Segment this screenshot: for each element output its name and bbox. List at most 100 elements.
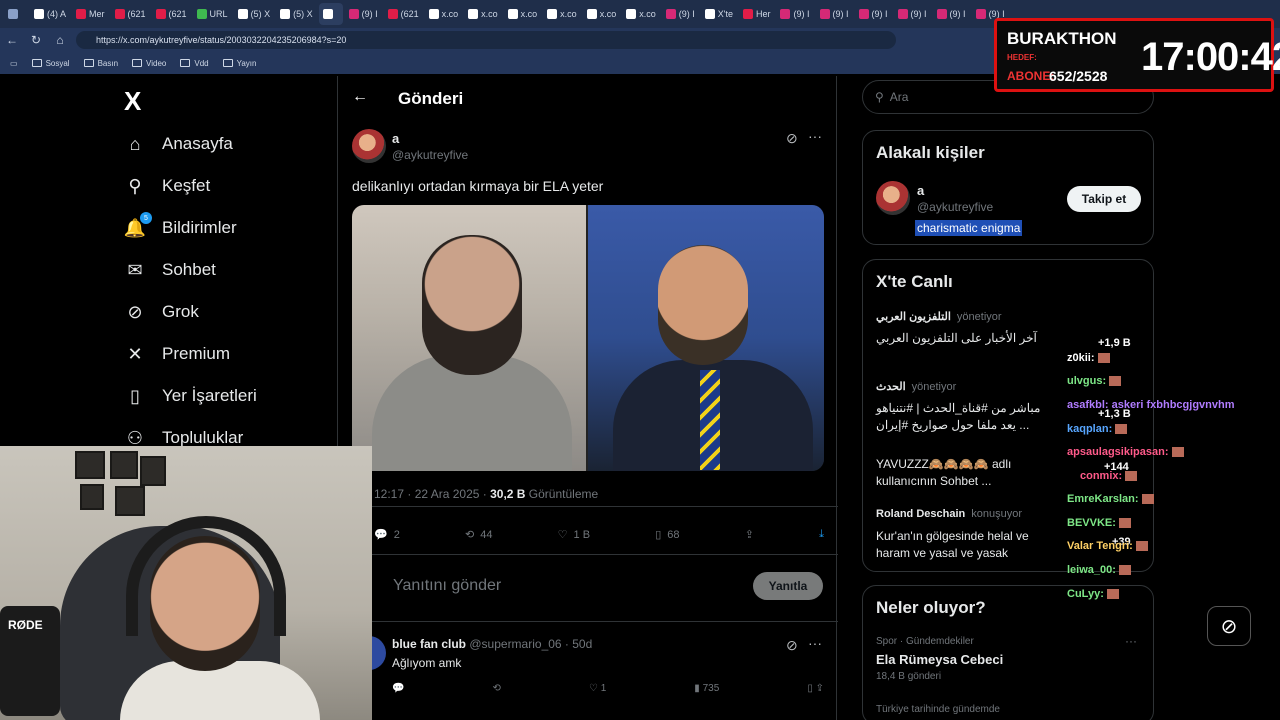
browser-tab[interactable]: (9) I [894, 3, 931, 25]
reply-author[interactable]: blue fan club @supermario_06 · 50d [392, 637, 592, 651]
related-handle[interactable]: @aykutreyfive [917, 200, 993, 214]
browser-tab[interactable]: X'te [701, 3, 737, 25]
share-action[interactable]: ⇪ [745, 528, 754, 541]
reply-views-icon[interactable]: ▮ 735 [694, 683, 719, 694]
live-space-title[interactable]: مباشر من #قناة_الحدث | #نتنياهو يعد ملفا… [876, 400, 1041, 434]
reload-icon[interactable]: ↻ [24, 33, 48, 47]
bookmarks-menu-icon[interactable]: ▭ [10, 59, 18, 68]
tab-label: (621 [168, 9, 187, 19]
browser-tab[interactable] [318, 3, 343, 25]
browser-tab[interactable]: (9) I [662, 3, 699, 25]
reply-action[interactable]: 💬 2 [374, 528, 400, 542]
tab-favicon-icon [34, 9, 44, 19]
browser-tab[interactable]: (9) I [933, 3, 970, 25]
reply-text: Ağlıyom amk [392, 656, 462, 670]
bookmark-folder[interactable]: Vdd [180, 59, 209, 68]
browser-tab[interactable]: x.co [543, 3, 581, 25]
sidebar-item-6[interactable]: ✕ Premium [124, 343, 230, 365]
browser-tab[interactable] [4, 3, 28, 25]
grok-icon[interactable]: ⊘ [786, 130, 798, 147]
browser-tab[interactable]: (621 [152, 3, 191, 25]
bookmark-folder[interactable]: Video [132, 59, 166, 68]
tab-label: URL [209, 9, 228, 19]
browser-tab[interactable]: (4) A [30, 3, 70, 25]
sidebar-item-3[interactable]: 🔔 5 Bildirimler [124, 212, 237, 239]
browser-tab[interactable]: x.co [425, 3, 463, 25]
tab-favicon-icon [114, 9, 125, 19]
related-name[interactable]: a [917, 183, 924, 198]
browser-tab[interactable]: Her [739, 3, 775, 25]
media-photo-left[interactable] [352, 205, 586, 471]
author-avatar[interactable] [352, 129, 386, 163]
chat-emote-icon [1141, 494, 1154, 505]
reply-bookmark-icon[interactable]: ▯ ⇪ [807, 683, 824, 694]
browser-tab[interactable]: x.co [464, 3, 502, 25]
back-icon[interactable]: ← [0, 33, 24, 47]
live-space-title[interactable]: Kur'an'ın gölgesinde helal ve haram ve y… [876, 528, 1041, 562]
post-text: delikanlıyı ortadan kırmaya bir ELA yete… [352, 178, 604, 194]
back-arrow-icon[interactable]: ← [352, 88, 368, 106]
post-media[interactable] [352, 205, 824, 471]
sidebar-item-2[interactable]: ⚲ Keşfet [124, 175, 210, 197]
download-action[interactable]: ⤓ [819, 528, 824, 541]
x-logo[interactable]: X [124, 86, 141, 117]
sidebar-item-1[interactable]: ⌂ Anasayfa [124, 133, 233, 155]
browser-tab[interactable]: (621 [111, 3, 150, 25]
related-avatar[interactable] [876, 181, 910, 215]
reply-button[interactable]: Yanıtla [753, 572, 823, 600]
reply-reply-icon[interactable]: 💬 [392, 683, 404, 694]
repost-action[interactable]: ⟲ 44 [465, 528, 492, 542]
url-input[interactable]: https://x.com/aykutreyfive/status/200303… [76, 31, 896, 49]
mic-brand: RØDE [8, 618, 43, 632]
post-time[interactable]: 12:17 · 22 Ara 2025 · [374, 487, 490, 501]
bookmark-folder[interactable]: Basın [83, 59, 118, 68]
reply-input[interactable]: Yanıtını gönder [393, 577, 501, 595]
browser-tab[interactable]: (9) I [776, 3, 813, 25]
download-icon: ⤓ [819, 528, 824, 540]
bookmark-folder[interactable]: Yayın [222, 59, 256, 68]
browser-tab[interactable]: (621 [384, 3, 423, 25]
author-handle[interactable]: @aykutreyfive [392, 148, 468, 162]
trend-name[interactable]: Ela Rümeysa Cebeci [876, 652, 1003, 667]
stream-counter-overlay: BURAKTHON HEDEF: ABONE: 652/2528 17:00:4… [994, 18, 1280, 92]
tab-favicon-icon [76, 9, 87, 19]
sidebar-item-7[interactable]: ▯ Yer İşaretleri [124, 385, 257, 407]
like-action[interactable]: ♡ 1 B [557, 528, 590, 542]
trend-meta: Spor · Gündemdekiler [876, 636, 974, 647]
grok-floating-button[interactable]: ⊘ [1207, 606, 1251, 646]
heart-icon: ♡ [557, 529, 568, 541]
browser-tab[interactable]: (9) I [345, 3, 382, 25]
browser-tab[interactable]: URL [193, 3, 232, 25]
live-space-title[interactable]: YAVUZZZ🙈🙈🙈🙈 adlı kullanıcının Sohbet ... [876, 456, 1041, 490]
sidebar-item-4[interactable]: ✉ Sohbet [124, 259, 215, 281]
sidebar-item-5[interactable]: ⊘ Grok [124, 301, 198, 323]
bookmark-folder[interactable]: Sosyal [31, 59, 70, 68]
live-space-title[interactable]: آخر الأخبار على التلفزيون العربي [876, 330, 1041, 347]
home-browser-icon[interactable]: ⌂ [48, 33, 72, 47]
reply-grok-icon[interactable]: ⊘ [786, 637, 798, 654]
author-name[interactable]: a [392, 131, 399, 146]
reply-repost-icon[interactable]: ⟲ [493, 683, 501, 694]
browser-tab[interactable]: (9) I [855, 3, 892, 25]
chat-emote-icon [1125, 471, 1138, 482]
follow-button[interactable]: Takip et [1067, 186, 1141, 212]
trends-title: Neler oluyor? [876, 598, 986, 617]
browser-tab[interactable]: x.co [622, 3, 660, 25]
home-icon: ⌂ [129, 133, 141, 154]
live-host[interactable]: الحدث yönetiyor [876, 380, 956, 393]
bookmark-action[interactable]: ▯ 68 [655, 528, 679, 542]
reply-more-icon[interactable]: ··· [808, 635, 822, 651]
tab-favicon-icon [196, 9, 207, 19]
reply-like-icon[interactable]: ♡ 1 [589, 683, 606, 694]
trend-more-icon[interactable]: ··· [1125, 634, 1137, 648]
media-photo-right[interactable] [588, 205, 824, 471]
live-host[interactable]: التلفزيون العربي yönetiyor [876, 310, 1002, 323]
browser-tab[interactable]: x.co [583, 3, 621, 25]
browser-tab[interactable]: (5) X [276, 3, 317, 25]
browser-tab[interactable]: (5) X [234, 3, 275, 25]
live-host[interactable]: Roland Deschain konuşuyor [876, 508, 1022, 520]
browser-tab[interactable]: Mer [72, 3, 109, 25]
more-icon[interactable]: ··· [808, 128, 822, 144]
browser-tab[interactable]: x.co [504, 3, 542, 25]
browser-tab[interactable]: (9) I [816, 3, 853, 25]
